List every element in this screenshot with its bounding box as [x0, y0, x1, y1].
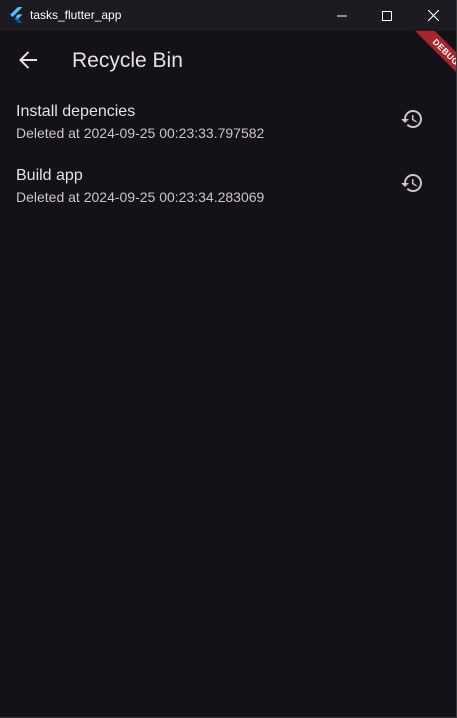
restore-button[interactable] — [392, 99, 432, 139]
restore-button[interactable] — [392, 163, 432, 203]
maximize-icon — [382, 10, 392, 21]
app-bar: Recycle Bin — [0, 31, 457, 89]
window-titlebar[interactable]: tasks_flutter_app — [0, 0, 457, 31]
close-button[interactable] — [410, 0, 456, 31]
maximize-button[interactable] — [364, 0, 410, 31]
restore-history-icon — [401, 110, 422, 128]
restore-history-icon — [401, 174, 422, 192]
task-title: Build app — [16, 167, 83, 184]
task-title: Install depencies — [16, 103, 136, 120]
back-button[interactable] — [8, 36, 48, 84]
flutter-logo-icon — [10, 7, 23, 23]
minimize-icon — [337, 15, 347, 16]
list-item[interactable]: Build app Deleted at 2024-09-25 00:23:34… — [0, 153, 457, 217]
recycle-bin-list: Install depencies Deleted at 2024-09-25 … — [0, 89, 457, 217]
task-deleted-at: Deleted at 2024-09-25 00:23:33.797582 — [16, 125, 265, 141]
task-deleted-at: Deleted at 2024-09-25 00:23:34.283069 — [16, 189, 265, 205]
minimize-button[interactable] — [319, 0, 365, 31]
list-item[interactable]: Install depencies Deleted at 2024-09-25 … — [0, 89, 457, 153]
app-window: tasks_flutter_app Recycle Bin DEBUG Inst… — [0, 0, 457, 718]
arrow-back-icon — [19, 51, 37, 69]
close-icon — [427, 10, 439, 21]
window-title: tasks_flutter_app — [30, 8, 122, 22]
page-title: Recycle Bin — [72, 49, 183, 72]
